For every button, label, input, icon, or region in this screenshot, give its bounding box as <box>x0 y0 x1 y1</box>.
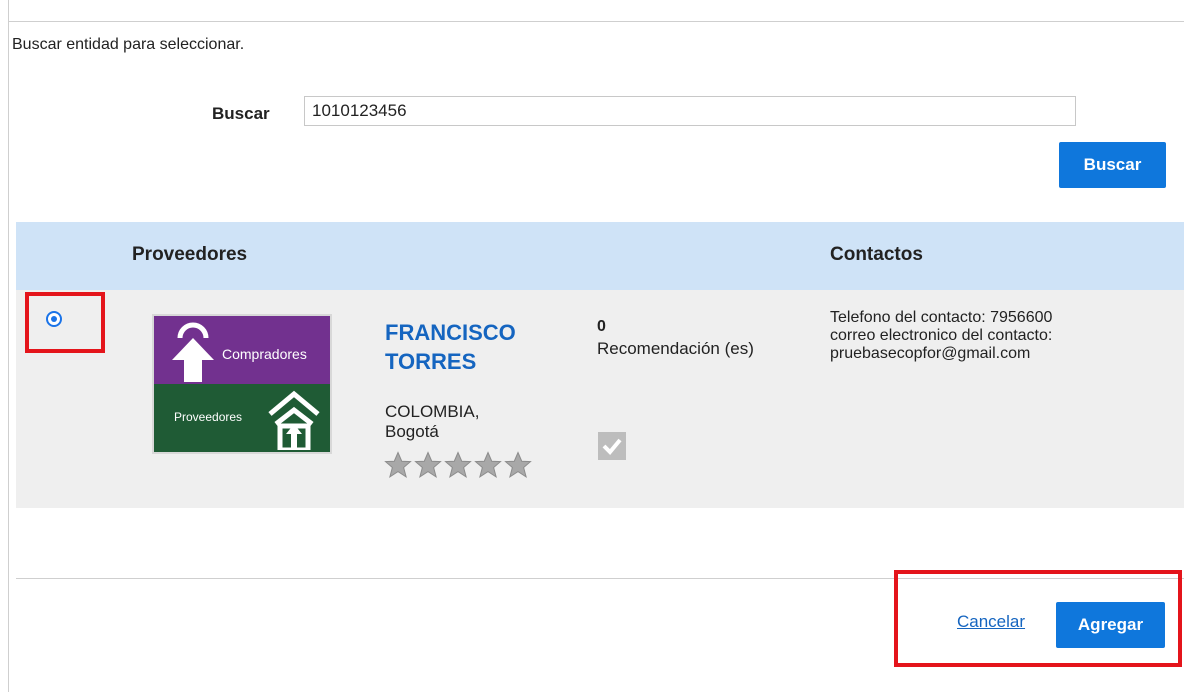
provider-house-icon <box>268 390 320 450</box>
radio-dot <box>51 316 57 322</box>
recommendations-count: 0 <box>597 318 606 335</box>
contact-email-label: correo electronico del contacto: <box>830 327 1053 344</box>
instruction-text: Buscar entidad para seleccionar. <box>12 36 245 53</box>
location-country: COLOMBIA, <box>385 402 480 421</box>
provider-location: COLOMBIA, Bogotá <box>385 402 479 442</box>
column-header-providers: Proveedores <box>132 244 248 265</box>
logo-buyers-section: Compradores <box>154 316 330 384</box>
provider-logo: Compradores Proveedores <box>152 314 332 454</box>
location-city: Bogotá <box>385 422 439 441</box>
add-button[interactable]: Agregar <box>1056 602 1165 648</box>
radio-selected-icon[interactable] <box>46 311 62 327</box>
search-button[interactable]: Buscar <box>1059 142 1166 188</box>
star-icon <box>474 451 502 478</box>
buyer-person-icon <box>172 322 214 382</box>
provider-name-line2: TORRES <box>385 349 477 374</box>
check-mark-glyph <box>602 438 622 455</box>
contact-phone: Telefono del contacto: 7956600 <box>830 309 1053 326</box>
logo-providers-section: Proveedores <box>154 384 330 452</box>
table-header: Proveedores Contactos <box>16 222 1184 290</box>
logo-buyers-text: Compradores <box>222 346 307 362</box>
search-input[interactable] <box>304 96 1076 126</box>
star-icon <box>504 451 532 478</box>
search-label: Buscar <box>212 104 270 123</box>
contact-email: pruebasecopfor@gmail.com <box>830 345 1031 362</box>
star-icon <box>414 451 442 478</box>
frame-border-top <box>8 21 1184 22</box>
check-icon <box>598 432 626 460</box>
provider-name[interactable]: FRANCISCO TORRES <box>385 318 516 376</box>
highlight-box-radio <box>25 292 105 353</box>
recommendations-label: Recomendación (es) <box>597 339 754 358</box>
cancel-link[interactable]: Cancelar <box>957 612 1025 632</box>
star-icon <box>384 451 412 478</box>
provider-name-line1: FRANCISCO <box>385 320 516 345</box>
contact-info: Telefono del contacto: 7956600 correo el… <box>830 309 1052 363</box>
logo-providers-text: Proveedores <box>174 410 243 424</box>
column-header-contacts: Contactos <box>830 244 923 265</box>
rating-stars <box>383 450 533 480</box>
frame-border-left <box>8 0 9 692</box>
star-icon <box>444 451 472 478</box>
